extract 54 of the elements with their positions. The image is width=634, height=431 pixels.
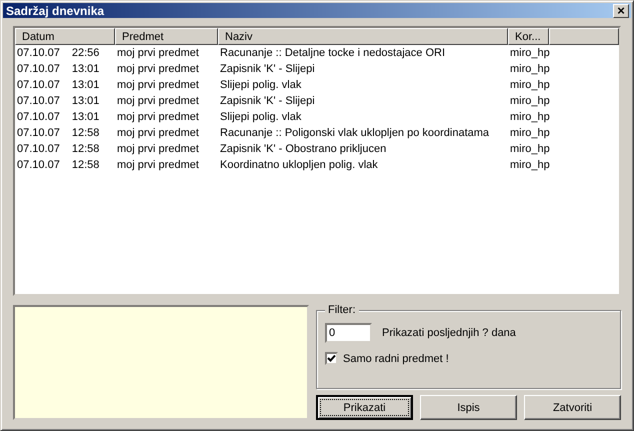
action-button[interactable]: Zatvoriti [524, 395, 621, 420]
filter-label: Filter: [325, 304, 358, 316]
name-cell: Zapisnik 'K' - Slijepi [220, 63, 315, 75]
subject-cell: moj prvi predmet [117, 95, 199, 107]
user-cell: miro_hp [510, 63, 550, 75]
user-cell: miro_hp [510, 127, 550, 139]
time-cell: 12:58 [72, 143, 100, 155]
date-cell: 07.10.07 [17, 111, 60, 123]
subject-cell: moj prvi predmet [117, 127, 199, 139]
time-cell: 12:58 [72, 159, 100, 171]
user-cell: miro_hp [510, 79, 550, 91]
subject-cell: moj prvi predmet [117, 47, 199, 59]
date-cell: 07.10.07 [17, 159, 60, 171]
user-cell: miro_hp [510, 95, 550, 107]
user-cell: miro_hp [510, 111, 550, 123]
subject-cell: moj prvi predmet [117, 79, 199, 91]
column-header[interactable]: Naziv [218, 28, 508, 45]
time-cell: 12:58 [72, 127, 100, 139]
date-cell: 07.10.07 [17, 143, 60, 155]
name-cell: Zapisnik 'K' - Slijepi [220, 95, 315, 107]
subject-cell: moj prvi predmet [117, 111, 199, 123]
name-cell: Koordinatno uklopljen polig. vlak [220, 159, 378, 171]
time-cell: 13:01 [72, 79, 100, 91]
close-button[interactable]: × [613, 4, 629, 18]
subject-cell: moj prvi predmet [117, 143, 199, 155]
date-cell: 07.10.07 [17, 95, 60, 107]
time-cell: 13:01 [72, 63, 100, 75]
date-cell: 07.10.07 [17, 63, 60, 75]
column-header[interactable]: Kor... [508, 28, 549, 45]
name-cell: Slijepi polig. vlak [220, 111, 302, 123]
checkbox-label: Samo radni predmet ! [343, 352, 449, 364]
user-cell: miro_hp [510, 159, 550, 171]
date-cell: 07.10.07 [17, 127, 60, 139]
user-cell: miro_hp [510, 47, 550, 59]
user-cell: miro_hp [510, 143, 550, 155]
subject-cell: moj prvi predmet [117, 159, 199, 171]
name-cell: Racunanje :: Poligonski vlak uklopljen po koordinatama [220, 127, 490, 139]
name-cell: Zapisnik 'K' - Obostrano prikljucen [220, 143, 386, 155]
time-cell: 22:56 [72, 47, 100, 59]
date-cell: 07.10.07 [17, 47, 60, 59]
checkbox[interactable] [325, 352, 338, 365]
days-label: Prikazati posljednjih ? dana [382, 327, 516, 339]
action-button[interactable]: Prikazati [316, 395, 413, 420]
action-button[interactable]: Ispis [420, 395, 517, 420]
time-cell: 13:01 [72, 111, 100, 123]
column-header[interactable]: Datum [15, 28, 115, 45]
name-cell: Slijepi polig. vlak [220, 79, 302, 91]
subject-cell: moj prvi predmet [117, 63, 199, 75]
time-cell: 13:01 [72, 95, 100, 107]
days-field[interactable]: 0 [325, 323, 372, 343]
window-title: Sadržaj dnevnika [6, 4, 104, 18]
column-header[interactable]: Predmet [115, 28, 218, 45]
name-cell: Racunanje :: Detaljne tocke i nedostajace ORI [220, 47, 446, 59]
date-cell: 07.10.07 [17, 79, 60, 91]
